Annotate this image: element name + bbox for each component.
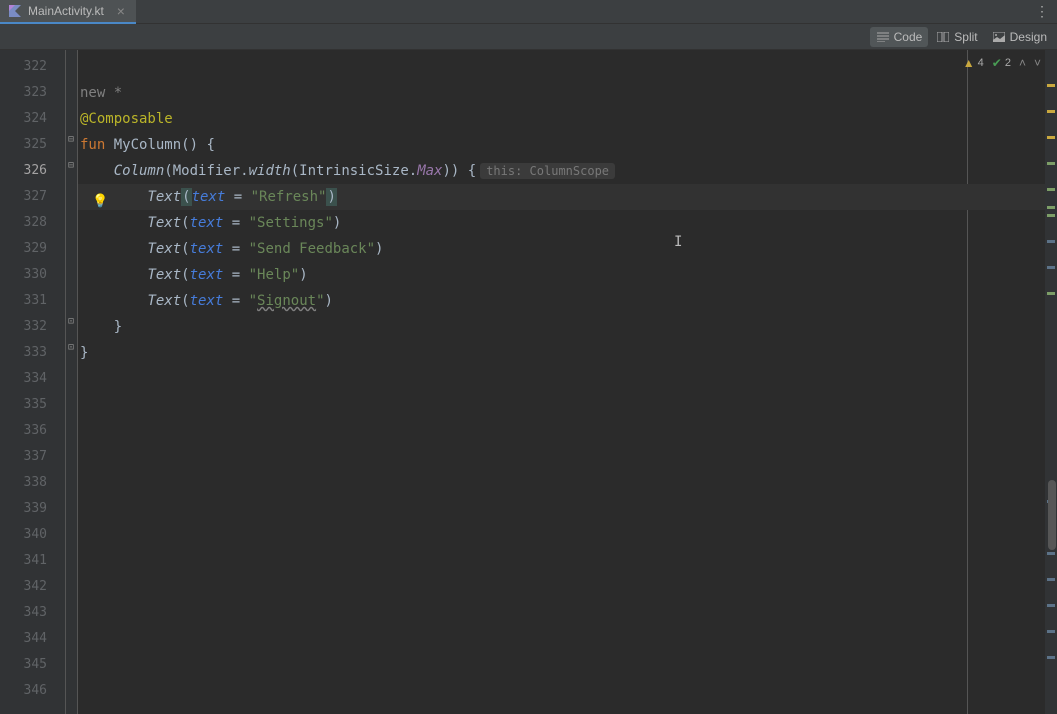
- code-line: Text(text = "Send Feedback"): [78, 236, 1045, 262]
- line-number[interactable]: 343: [0, 600, 65, 626]
- stripe-marker[interactable]: [1047, 136, 1055, 139]
- warnings-count: 4: [978, 57, 984, 69]
- line-number[interactable]: 324: [0, 106, 65, 132]
- fold-close-icon[interactable]: ⊡: [68, 342, 76, 350]
- stripe-marker[interactable]: [1047, 162, 1055, 165]
- line-number[interactable]: 341: [0, 548, 65, 574]
- line-number[interactable]: 344: [0, 626, 65, 652]
- line-number[interactable]: 327: [0, 184, 65, 210]
- text-cursor-icon: I: [674, 235, 682, 249]
- kotlin-file-icon: [8, 4, 22, 18]
- split-view-button[interactable]: Split: [930, 27, 983, 47]
- line-number-gutter[interactable]: 3223233243253263273283293303313323333343…: [0, 50, 66, 714]
- design-view-label: Design: [1010, 30, 1047, 44]
- line-number[interactable]: 329: [0, 236, 65, 262]
- line-number[interactable]: 332: [0, 314, 65, 340]
- stripe-marker[interactable]: [1047, 240, 1055, 243]
- checks-indicator[interactable]: ✔ 2: [992, 56, 1011, 70]
- stripe-marker[interactable]: [1047, 188, 1055, 191]
- design-view-button[interactable]: Design: [986, 27, 1053, 47]
- code-line: fun MyColumn() {: [78, 132, 1045, 158]
- stripe-marker[interactable]: [1047, 656, 1055, 659]
- code-line: @Composable: [78, 106, 1045, 132]
- code-line: new *: [78, 80, 1045, 106]
- next-highlight-icon[interactable]: ˅: [1034, 56, 1041, 70]
- close-tab-icon[interactable]: ×: [114, 4, 128, 18]
- design-view-icon: [992, 30, 1006, 44]
- prev-highlight-icon[interactable]: ˄: [1019, 56, 1026, 70]
- code-line: [78, 54, 1045, 80]
- fold-close-icon[interactable]: ⊡: [68, 316, 76, 324]
- inline-hint: this: ColumnScope: [480, 163, 615, 179]
- tab-filename: MainActivity.kt: [28, 4, 104, 18]
- code-line: Text(text = "Signout"): [78, 288, 1045, 314]
- fold-open-icon[interactable]: ⊟: [68, 160, 76, 168]
- check-icon: ✔: [992, 56, 1002, 70]
- stripe-marker[interactable]: [1047, 110, 1055, 113]
- line-number[interactable]: 331: [0, 288, 65, 314]
- stripe-marker[interactable]: [1047, 630, 1055, 633]
- line-number[interactable]: 340: [0, 522, 65, 548]
- stripe-marker[interactable]: [1047, 266, 1055, 269]
- stripe-marker[interactable]: [1047, 552, 1055, 555]
- stripe-marker[interactable]: [1047, 214, 1055, 217]
- line-number[interactable]: 326: [0, 158, 65, 184]
- line-number[interactable]: 342: [0, 574, 65, 600]
- inspection-status[interactable]: ▲ 4 ✔ 2 ˄ ˅: [963, 56, 1041, 70]
- tab-bar: MainActivity.kt × ⋮: [0, 0, 1057, 24]
- line-number[interactable]: 330: [0, 262, 65, 288]
- code-line: Text(text = "Settings"): [78, 210, 1045, 236]
- checks-count: 2: [1005, 57, 1011, 69]
- file-tab[interactable]: MainActivity.kt ×: [0, 0, 136, 24]
- line-number[interactable]: 323: [0, 80, 65, 106]
- code-area[interactable]: new * @Composable fun MyColumn() { Colum…: [78, 50, 1045, 714]
- fold-open-icon[interactable]: ⊟: [68, 134, 76, 142]
- line-number[interactable]: 322: [0, 54, 65, 80]
- stripe-marker[interactable]: [1047, 292, 1055, 295]
- line-number[interactable]: 337: [0, 444, 65, 470]
- stripe-marker[interactable]: [1047, 578, 1055, 581]
- editor: 3223233243253263273283293303313323333343…: [0, 50, 1057, 714]
- view-mode-bar: Code Split Design: [0, 24, 1057, 50]
- code-line: }: [78, 314, 1045, 340]
- code-line-current: 💡 Text(text = "Refresh"): [78, 184, 1045, 210]
- line-number[interactable]: 336: [0, 418, 65, 444]
- code-view-label: Code: [894, 30, 923, 44]
- line-number[interactable]: 333: [0, 340, 65, 366]
- line-number[interactable]: 325: [0, 132, 65, 158]
- split-view-label: Split: [954, 30, 977, 44]
- stripe-marker[interactable]: [1047, 84, 1055, 87]
- tab-menu-icon[interactable]: ⋮: [1035, 4, 1049, 20]
- code-line: }: [78, 340, 1045, 366]
- warnings-indicator[interactable]: ▲ 4: [963, 56, 984, 70]
- line-number[interactable]: 334: [0, 366, 65, 392]
- line-number[interactable]: 338: [0, 470, 65, 496]
- warning-icon: ▲: [963, 56, 975, 70]
- stripe-marker[interactable]: [1047, 604, 1055, 607]
- code-line: Column(Modifier.width(IntrinsicSize.Max)…: [78, 158, 1045, 184]
- stripe-marker[interactable]: [1047, 206, 1055, 209]
- line-number[interactable]: 345: [0, 652, 65, 678]
- scrollbar-thumb[interactable]: [1048, 480, 1056, 550]
- code-view-icon: [876, 30, 890, 44]
- error-stripe[interactable]: [1045, 50, 1057, 714]
- line-number[interactable]: 346: [0, 678, 65, 704]
- line-number[interactable]: 335: [0, 392, 65, 418]
- code-line: Text(text = "Help"): [78, 262, 1045, 288]
- split-view-icon: [936, 30, 950, 44]
- fold-gutter[interactable]: ⊟ ⊟ ⊡ ⊡: [66, 50, 78, 714]
- line-number[interactable]: 328: [0, 210, 65, 236]
- line-number[interactable]: 339: [0, 496, 65, 522]
- code-view-button[interactable]: Code: [870, 27, 929, 47]
